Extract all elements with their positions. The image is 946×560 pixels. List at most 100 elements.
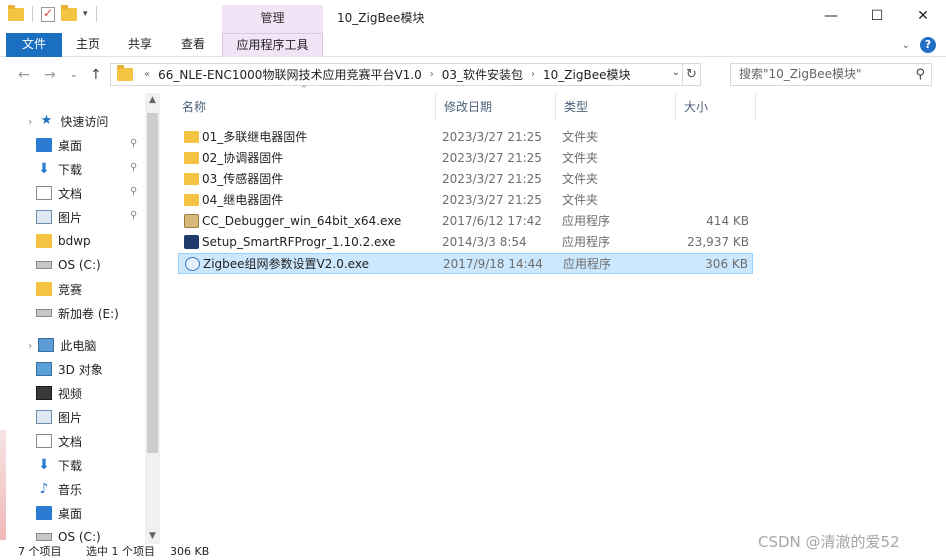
setup-icon	[184, 235, 199, 249]
desktop-icon	[36, 506, 52, 520]
file-row[interactable]: 02_协调器固件 2023/3/27 21:25 文件夹	[178, 148, 753, 169]
file-modified: 2023/3/27 21:25	[442, 151, 542, 165]
background-edge	[0, 430, 6, 540]
nav-item[interactable]: 文档	[36, 181, 82, 205]
nav-item-label: 此电脑	[60, 338, 97, 353]
file-row[interactable]: CC_Debugger_win_64bit_x64.exe 2017/6/12 1…	[178, 211, 753, 232]
nav-item[interactable]: ⬇ 下载	[36, 453, 82, 477]
chevron-right-icon[interactable]: ›	[28, 339, 32, 352]
minimize-button[interactable]: —	[808, 0, 854, 33]
file-name: 03_传感器固件	[202, 172, 284, 186]
chevron-right-icon[interactable]: ›	[531, 69, 535, 80]
nav-item[interactable]: 视频	[36, 381, 82, 405]
nav-item-label: 视频	[58, 386, 83, 401]
column-modified[interactable]: 修改日期	[436, 93, 556, 121]
nav-item[interactable]: OS (C:)	[36, 253, 101, 277]
desktop-icon	[36, 138, 52, 152]
file-size: 23,937 KB	[687, 235, 749, 249]
file-name: CC_Debugger_win_64bit_x64.exe	[202, 214, 402, 228]
chevron-right-icon[interactable]: ›	[430, 69, 434, 80]
file-row[interactable]: Setup_SmartRFProgr_1.10.2.exe 2014/3/3 8:…	[178, 232, 753, 253]
address-input[interactable]: « 66_NLE-ENC1000物联网技术应用竞赛平台V1.0 › 03_软件安…	[110, 63, 701, 86]
file-type: 应用程序	[562, 235, 611, 249]
tab-share[interactable]: 共享	[118, 33, 162, 57]
recent-locations-icon[interactable]: ⌄	[70, 70, 78, 80]
file-name: 04_继电器固件	[202, 193, 284, 207]
file-name: Setup_SmartRFProgr_1.10.2.exe	[202, 235, 396, 249]
breadcrumb-item[interactable]: 03_软件安装包	[442, 66, 523, 83]
nav-item[interactable]: 3D 对象	[36, 357, 103, 381]
chevron-right-icon[interactable]: ›	[28, 115, 32, 128]
nav-item[interactable]: 文档	[36, 429, 82, 453]
column-type[interactable]: 类型	[556, 93, 676, 121]
scroll-thumb[interactable]	[147, 113, 158, 453]
breadcrumb-item[interactable]: 66_NLE-ENC1000物联网技术应用竞赛平台V1.0	[158, 66, 422, 83]
tab-home[interactable]: 主页	[66, 33, 110, 57]
nav-item[interactable]: 图片	[36, 405, 82, 429]
scroll-up-icon[interactable]: ▲	[145, 93, 160, 108]
nav-item[interactable]: › ★ 快速访问	[28, 109, 108, 133]
context-tab-manage[interactable]: 管理	[222, 5, 323, 33]
file-row[interactable]: 03_传感器固件 2023/3/27 21:25 文件夹	[178, 169, 753, 190]
quick-access-toolbar: ▾	[8, 4, 99, 22]
nav-item-label: 快速访问	[60, 114, 109, 129]
column-size[interactable]: 大小	[676, 93, 756, 121]
scroll-down-icon[interactable]: ▼	[145, 529, 160, 544]
nav-item[interactable]: ♪ 音乐	[36, 477, 82, 501]
refresh-icon[interactable]: ↻	[682, 64, 700, 85]
nav-item[interactable]: bdwp	[36, 229, 91, 253]
nav-item[interactable]: › 此电脑	[28, 333, 96, 357]
file-row[interactable]: Zigbee组网参数设置V2.0.exe 2017/9/18 14:44 应用程序 3…	[178, 253, 753, 274]
new-folder-icon[interactable]	[61, 4, 77, 21]
nav-item-label: 竞赛	[58, 282, 83, 297]
file-type: 应用程序	[563, 257, 612, 271]
watermark: CSDN @清澈的爱52	[758, 533, 900, 551]
nav-item[interactable]: 新加卷 (E:)	[36, 301, 119, 325]
chevron-down-icon[interactable]: ▾	[83, 9, 88, 19]
divider	[95, 6, 97, 22]
up-arrow-icon[interactable]: ↑	[90, 67, 102, 83]
nav-item-label: 新加卷 (E:)	[58, 306, 119, 321]
help-icon[interactable]: ?	[920, 37, 936, 53]
tab-view[interactable]: 查看	[171, 33, 215, 57]
navigation-pane: › ★ 快速访问 桌面 ⚲ ⬇ 下载 ⚲ 文档 ⚲ 图片 ⚲ bdwp OS (C:) 竞赛 新加卷 (E:)…	[0, 93, 160, 545]
nav-item[interactable]: 桌面	[36, 501, 82, 525]
nav-item[interactable]: 桌面	[36, 133, 82, 157]
folder-icon	[184, 131, 199, 143]
file-modified: 2023/3/27 21:25	[442, 193, 542, 207]
file-row[interactable]: 04_继电器固件 2023/3/27 21:25 文件夹	[178, 190, 753, 211]
window-title: 10_ZigBee模块	[337, 11, 425, 25]
nav-item-label: 桌面	[58, 506, 83, 521]
expand-ribbon-icon[interactable]: ⌄	[902, 40, 910, 51]
tab-app-tools[interactable]: 应用程序工具	[222, 33, 323, 57]
nav-item-label: 音乐	[58, 482, 83, 497]
breadcrumb-overflow[interactable]: «	[144, 69, 150, 80]
file-type: 文件夹	[562, 151, 599, 165]
tab-file[interactable]: 文件	[6, 33, 62, 57]
chevron-down-icon[interactable]: ⌄	[672, 67, 680, 78]
search-input[interactable]: 搜索"10_ZigBee模块" ⚲	[730, 63, 932, 86]
file-row[interactable]: 01_多联继电器固件 2023/3/27 21:25 文件夹	[178, 127, 753, 148]
close-button[interactable]: ✕	[900, 0, 946, 33]
nav-item-label: 下载	[58, 458, 83, 473]
nav-item-label: 文档	[58, 186, 83, 201]
download-icon: ⬇	[38, 457, 50, 473]
search-icon[interactable]: ⚲	[915, 64, 925, 85]
status-size: 306 KB	[170, 545, 210, 558]
breadcrumb-item[interactable]: 10_ZigBee模块	[543, 66, 630, 83]
properties-icon[interactable]	[41, 6, 55, 22]
file-modified: 2023/3/27 21:25	[442, 172, 542, 186]
back-arrow-icon[interactable]: ←	[18, 67, 30, 83]
nav-item-label: 图片	[58, 210, 83, 225]
file-modified: 2017/6/12 17:42	[442, 214, 542, 228]
column-name[interactable]: 名称	[174, 93, 436, 121]
nav-item[interactable]: 图片	[36, 205, 82, 229]
maximize-button[interactable]: ☐	[854, 0, 900, 33]
forward-arrow-icon[interactable]: →	[44, 67, 56, 83]
download-icon: ⬇	[38, 161, 50, 177]
nav-item-label: 3D 对象	[58, 362, 103, 377]
nav-item[interactable]: ⬇ 下载	[36, 157, 82, 181]
address-bar-row: ← → ⌄ ↑ « 66_NLE-ENC1000物联网技术应用竞赛平台V1.0 …	[0, 57, 946, 93]
nav-item[interactable]: 竞赛	[36, 277, 82, 301]
nav-scrollbar[interactable]: ▲ ▼	[145, 93, 160, 544]
